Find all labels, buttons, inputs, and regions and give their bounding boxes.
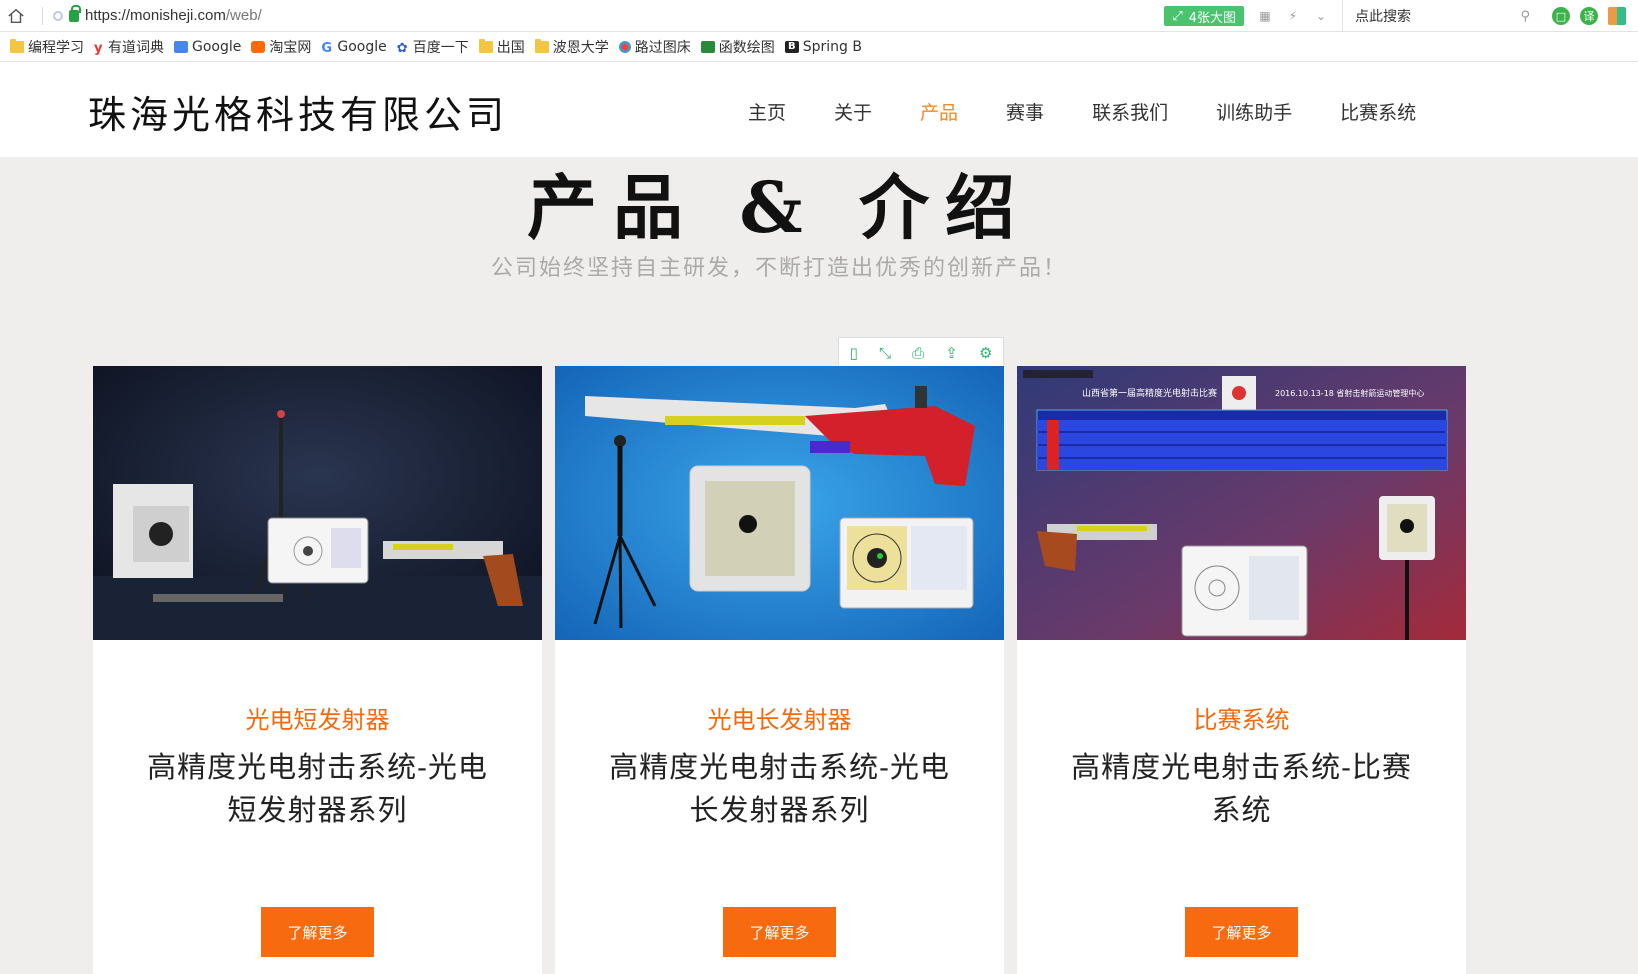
- company-logo[interactable]: 珠海光格科技有限公司: [88, 84, 508, 139]
- scoreboard-date: 2016.10.13-18 省射击射箭运动管理中心: [1275, 388, 1424, 398]
- image-toolbar: ▯ ⤡ ⎙ ⇪ ⚙: [838, 337, 1004, 369]
- nav-item-contact[interactable]: 联系我们: [1092, 98, 1168, 125]
- url-path: /web/: [225, 7, 262, 24]
- bookmark-item[interactable]: ✿ 百度一下: [397, 37, 469, 57]
- imagehost-icon: [618, 40, 631, 53]
- google-translate-icon: [174, 40, 188, 53]
- section-subtitle: 公司始终坚持自主研发，不断打造出优秀的创新产品！: [490, 256, 1067, 281]
- youdao-icon: y: [94, 40, 103, 56]
- google-icon: G: [321, 40, 333, 56]
- url-host: https://monisheji.com: [85, 7, 226, 24]
- bookmark-label: Google: [192, 38, 242, 55]
- bookmark-item[interactable]: Google: [174, 39, 241, 55]
- bookmark-item[interactable]: 路过图床: [618, 37, 691, 57]
- product-card: 光电短发射器 高精度光电射击系统-光电短发射器系列 了解更多: [93, 366, 542, 974]
- bookmark-label: 淘宝网: [269, 39, 312, 56]
- main-nav: 主页 关于 产品 赛事 联系我们 训练助手 比赛系统: [748, 98, 1464, 125]
- product-card: 山西省第一届高精度光电射击比赛 2016.10.13-18 省射击射箭运动管理中…: [1017, 366, 1466, 974]
- search-icon[interactable]: ⚲: [1520, 9, 1530, 24]
- site-info-icon[interactable]: [53, 10, 63, 21]
- bookmark-item[interactable]: y 有道词典: [94, 37, 164, 57]
- bookmarks-bar: 编程学习 y 有道词典 Google 淘宝网 G Google ✿ 百度一下 出国 波…: [0, 32, 1638, 62]
- product-category: 比赛系统: [1193, 706, 1290, 734]
- big-image-button[interactable]: ⤢ 4张大图: [1164, 6, 1244, 26]
- bookmark-label: 有道词典: [108, 39, 164, 56]
- product-title: 高精度光电射击系统-光电长发射器系列: [609, 750, 950, 827]
- product-category: 光电短发射器: [245, 706, 390, 734]
- translate-extension-icon[interactable]: 译: [1580, 7, 1598, 25]
- baidu-icon: ✿: [396, 40, 408, 56]
- share-icon[interactable]: ⇪: [945, 344, 958, 362]
- learn-more-button[interactable]: 了解更多: [261, 907, 374, 957]
- folder-icon: [534, 38, 549, 53]
- product-image-competition-system[interactable]: 山西省第一届高精度光电射击比赛 2016.10.13-18 省射击射箭运动管理中…: [1017, 366, 1466, 640]
- product-category: 光电长发射器: [707, 706, 852, 734]
- site-header: 珠海光格科技有限公司 主页 关于 产品 赛事 联系我们 训练助手 比赛系统: [0, 62, 1638, 157]
- product-title: 高精度光电射击系统-光电短发射器系列: [147, 750, 488, 827]
- bookmark-item[interactable]: B Spring B: [784, 38, 862, 55]
- scoreboard-title: 山西省第一届高精度光电射击比赛: [1082, 387, 1217, 399]
- home-icon[interactable]: [0, 0, 32, 32]
- apps-grid-icon[interactable]: [1608, 7, 1626, 25]
- url-field[interactable]: https://monisheji.com/web/: [85, 7, 262, 24]
- bookmark-item[interactable]: G Google: [321, 38, 387, 56]
- expand-icon: ⤢: [1172, 8, 1183, 24]
- bookmark-item[interactable]: 编程学习: [10, 37, 84, 57]
- lightning-icon[interactable]: ⚡: [1286, 9, 1300, 23]
- bookmark-item[interactable]: 函数绘图: [700, 37, 775, 57]
- nav-item-about[interactable]: 关于: [834, 98, 872, 125]
- bookmark-label: Google: [337, 38, 387, 55]
- search-placeholder: 点此搜索: [1355, 9, 1411, 25]
- bookmark-item[interactable]: 淘宝网: [251, 37, 311, 57]
- qr-code-icon[interactable]: ▦: [1258, 9, 1272, 23]
- browser-address-bar: https://monisheji.com/web/ ⤢ 4张大图 ▦ ⚡ ⌄ …: [0, 0, 1638, 32]
- graph-icon: [700, 40, 715, 53]
- save-icon[interactable]: ⎙: [912, 344, 924, 362]
- learn-more-button[interactable]: 了解更多: [723, 907, 836, 957]
- product-title: 高精度光电射击系统-比赛系统: [1071, 750, 1412, 827]
- nav-item-events[interactable]: 赛事: [1006, 98, 1044, 125]
- bookmark-item[interactable]: 出国: [478, 37, 525, 57]
- bookmark-label: 出国: [496, 39, 525, 56]
- bookmark-label: 路过图床: [634, 39, 691, 56]
- bookmark-label: 百度一下: [412, 39, 469, 56]
- learn-more-button[interactable]: 了解更多: [1185, 907, 1298, 957]
- security-indicator[interactable]: [53, 4, 81, 22]
- bookmark-label: 编程学习: [28, 39, 84, 56]
- nav-item-training-assistant[interactable]: 训练助手: [1216, 98, 1292, 125]
- bookmark-item[interactable]: 波恩大学: [534, 37, 609, 57]
- taobao-icon: [251, 40, 266, 53]
- bookmark-label: Spring B: [802, 38, 862, 55]
- bookmark-label: 波恩大学: [552, 39, 609, 56]
- search-input[interactable]: 点此搜索 ⚲: [1342, 0, 1542, 32]
- lock-icon: [69, 4, 81, 22]
- bold-b-icon: B: [784, 40, 799, 53]
- fullscreen-icon[interactable]: ⤡: [879, 344, 891, 362]
- product-image-long-emitter[interactable]: [555, 366, 1004, 640]
- bookmark-label: 函数绘图: [718, 39, 775, 56]
- folder-icon: [478, 38, 493, 53]
- nav-item-products[interactable]: 产品: [920, 98, 958, 125]
- folder-icon: [10, 38, 24, 53]
- phone-icon[interactable]: ▯: [850, 344, 858, 362]
- chevron-down-icon[interactable]: ⌄: [1314, 9, 1328, 23]
- product-card: 光电长发射器 高精度光电射击系统-光电长发射器系列 了解更多: [555, 366, 1004, 974]
- product-image-short-emitter[interactable]: [93, 366, 542, 640]
- section-title: 产品 & 介绍: [527, 166, 1031, 249]
- divider: [42, 6, 43, 25]
- reader-extension-icon[interactable]: □: [1552, 7, 1570, 25]
- nav-item-home[interactable]: 主页: [748, 98, 786, 125]
- nav-item-competition-system[interactable]: 比赛系统: [1340, 98, 1416, 125]
- settings-gear-icon[interactable]: ⚙: [979, 344, 992, 362]
- big-image-label: 4张大图: [1188, 10, 1236, 26]
